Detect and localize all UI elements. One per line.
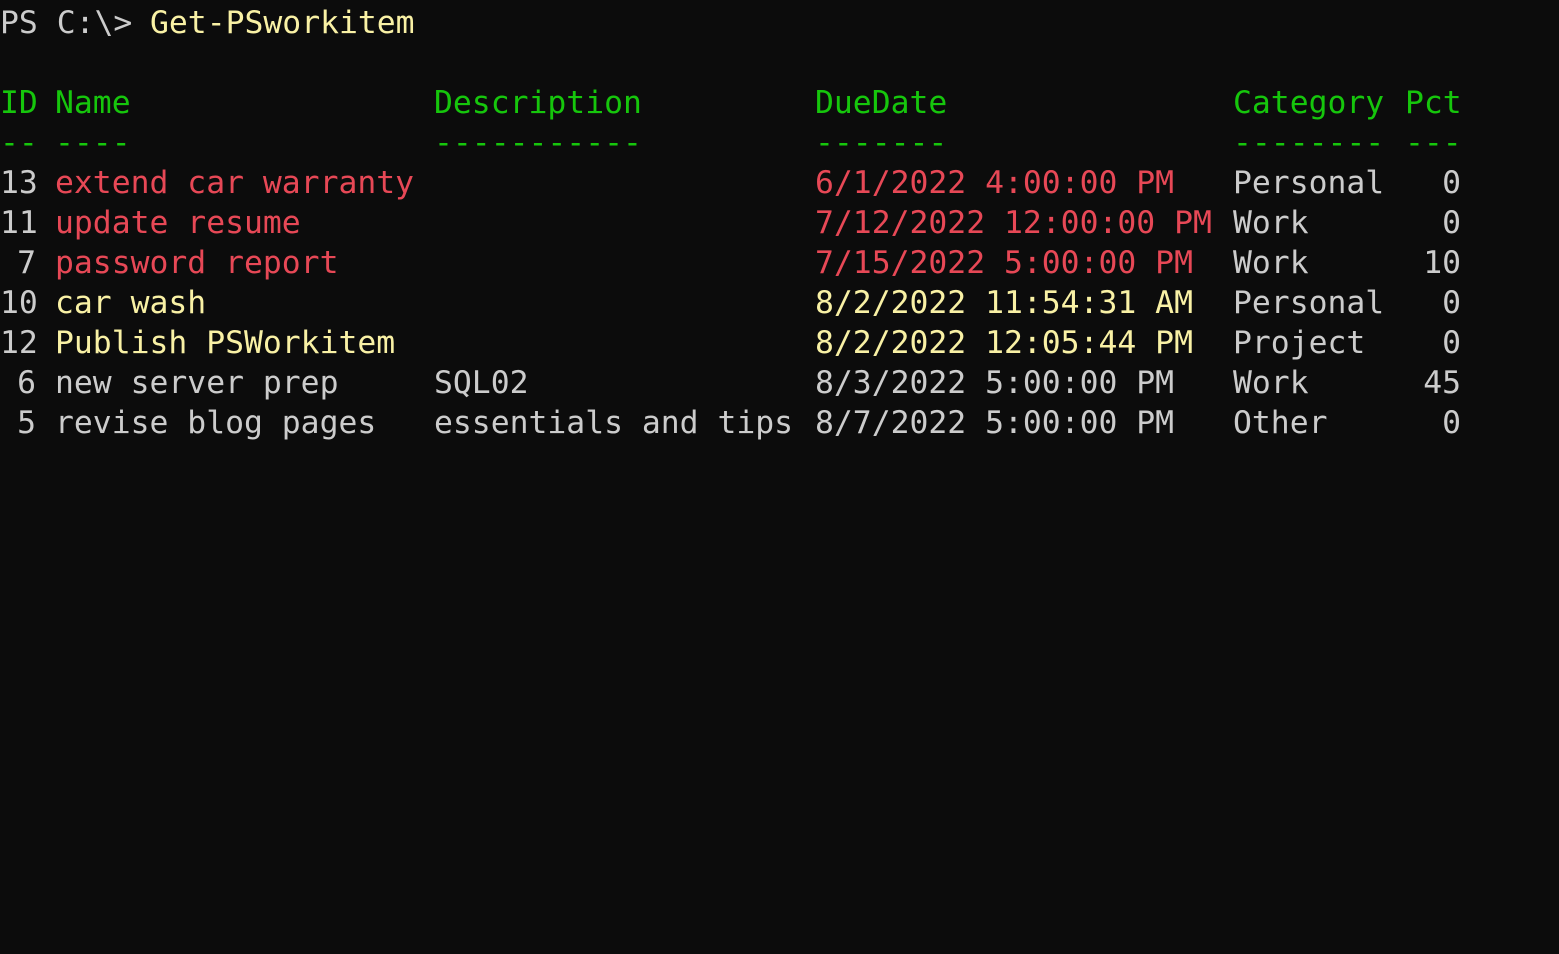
table-row: 7 password report 7/15/2022 5:00:00 PM W…	[0, 243, 1559, 283]
command-text: Get-PSworkitem	[150, 5, 415, 41]
row-id: 5	[17, 405, 36, 441]
row-id: 7	[17, 245, 36, 281]
row-category: Other	[1233, 405, 1328, 441]
table-separator-row: -- ---- ----------- ------- -------- ---	[0, 123, 1559, 163]
row-id: 13	[0, 165, 38, 201]
row-id: 12	[0, 325, 38, 361]
row-pct: 10	[1423, 245, 1461, 281]
row-category: Personal	[1233, 285, 1385, 321]
terminal-window[interactable]: PS C:\> Get-PSworkitem ID Name Descripti…	[0, 0, 1559, 477]
row-description: SQL02	[434, 365, 529, 401]
row-name: new server prep	[55, 365, 339, 401]
row-name: car wash	[55, 285, 207, 321]
header-duedate: DueDate	[815, 85, 948, 121]
row-name: revise blog pages	[55, 405, 377, 441]
row-description: essentials and tips	[434, 405, 794, 441]
row-duedate: 6/1/2022 4:00:00 PM	[815, 165, 1175, 201]
row-name: password report	[55, 245, 339, 281]
header-name: Name	[55, 85, 131, 121]
table-header-row: ID Name Description DueDate Category Pct	[0, 83, 1559, 123]
row-id: 10	[0, 285, 38, 321]
table-row: 11 update resume 7/12/2022 12:00:00 PM W…	[0, 203, 1559, 243]
row-duedate: 7/12/2022 12:00:00 PM	[815, 205, 1212, 241]
row-name: Publish PSWorkitem	[55, 325, 396, 361]
row-id: 11	[0, 205, 38, 241]
row-pct: 0	[1442, 165, 1461, 201]
table-row: 5 revise blog pages essentials and tips …	[0, 403, 1559, 443]
prompt: PS C:\>	[0, 5, 152, 41]
command-line: PS C:\> Get-PSworkitem	[0, 3, 1559, 43]
row-pct: 0	[1442, 205, 1461, 241]
row-duedate: 8/3/2022 5:00:00 PM	[815, 365, 1175, 401]
row-duedate: 8/7/2022 5:00:00 PM	[815, 405, 1175, 441]
row-duedate: 8/2/2022 12:05:44 PM	[815, 325, 1193, 361]
separator-description: -----------	[434, 125, 642, 161]
row-id: 6	[17, 365, 36, 401]
row-pct: 0	[1442, 405, 1461, 441]
header-category: Category	[1233, 85, 1385, 121]
row-category: Work	[1233, 365, 1309, 401]
table-row: 6 new server prep SQL02 8/3/2022 5:00:00…	[0, 363, 1559, 403]
table-row: 13 extend car warranty 6/1/2022 4:00:00 …	[0, 163, 1559, 203]
row-duedate: 8/2/2022 11:54:31 AM	[815, 285, 1193, 321]
row-category: Personal	[1233, 165, 1385, 201]
separator-pct: ---	[1405, 125, 1462, 161]
row-category: Project	[1233, 325, 1366, 361]
separator-name: ----	[55, 125, 131, 161]
separator-duedate: -------	[815, 125, 948, 161]
header-id: ID	[0, 85, 38, 121]
row-category: Work	[1233, 245, 1309, 281]
row-category: Work	[1233, 205, 1309, 241]
row-name: update resume	[55, 205, 301, 241]
header-pct: Pct	[1405, 85, 1462, 121]
row-duedate: 7/15/2022 5:00:00 PM	[815, 245, 1193, 281]
header-description: Description	[434, 85, 642, 121]
separator-id: --	[0, 125, 38, 161]
row-pct: 45	[1423, 365, 1461, 401]
row-pct: 0	[1442, 285, 1461, 321]
table-row: 10 car wash 8/2/2022 11:54:31 AM Persona…	[0, 283, 1559, 323]
table-row: 12 Publish PSWorkitem 8/2/2022 12:05:44 …	[0, 323, 1559, 363]
row-pct: 0	[1442, 325, 1461, 361]
row-name: extend car warranty	[55, 165, 415, 201]
separator-category: --------	[1233, 125, 1385, 161]
